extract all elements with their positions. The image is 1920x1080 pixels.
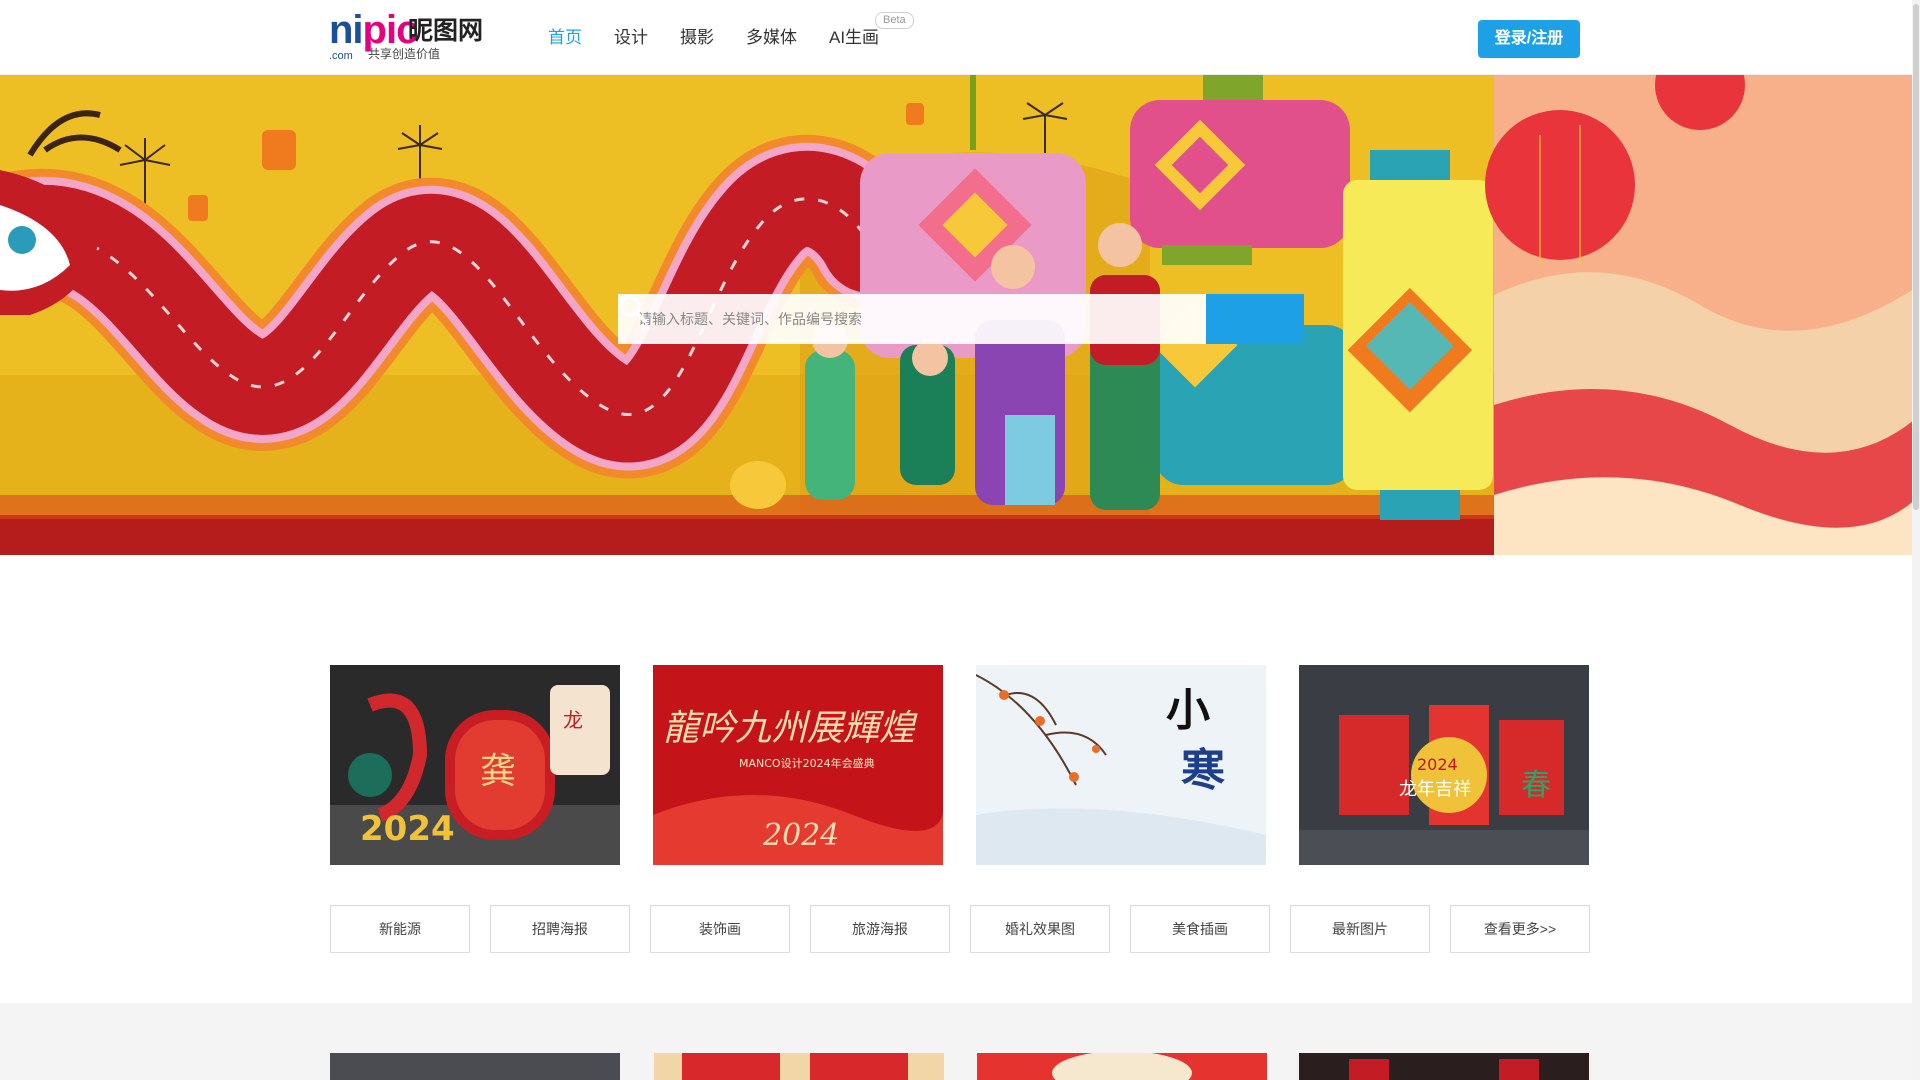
nav-item-multimedia[interactable]: 多媒体 xyxy=(746,0,797,75)
svg-text:寒: 寒 xyxy=(1181,745,1225,796)
thumbnail-image xyxy=(682,1053,908,1080)
logo-wordmark: nipic xyxy=(329,8,418,52)
svg-text:春: 春 xyxy=(1521,768,1551,803)
logo-brand-cn: 昵图网 xyxy=(408,17,484,45)
tag-decorative-painting[interactable]: 装饰画 xyxy=(650,905,790,953)
svg-text:龙年吉祥: 龙年吉祥 xyxy=(1399,779,1471,800)
featured-image: 2024 龙年吉祥 春 xyxy=(1299,665,1589,865)
featured-card-annual-meeting[interactable]: 龍吟九州展輝煌 MANCO设计2024年会盛典 2024 xyxy=(653,665,943,865)
svg-text:2024: 2024 xyxy=(360,809,455,849)
svg-text:小: 小 xyxy=(1166,685,1210,736)
search-button[interactable] xyxy=(619,294,1304,344)
page-scrollbar[interactable] xyxy=(1912,0,1920,1080)
tag-view-more[interactable]: 查看更多>> xyxy=(1450,905,1590,953)
login-register-button[interactable]: 登录/注册 xyxy=(1478,20,1580,58)
thumbnail-card[interactable] xyxy=(654,1053,944,1080)
nav-item-photo[interactable]: 摄影 xyxy=(680,0,714,75)
thumbnail-card[interactable] xyxy=(330,1053,620,1080)
nav-item-ai-paint[interactable]: AI生画 Beta xyxy=(829,0,914,75)
tag-latest-images[interactable]: 最新图片 xyxy=(1290,905,1430,953)
top-header: nipic 昵图网 .com 共享创造价值 首页 设计 摄影 多媒体 AI生画 … xyxy=(0,0,1920,75)
svg-text:2024: 2024 xyxy=(762,818,839,853)
thumbnail-image xyxy=(1349,1059,1539,1080)
svg-text:龚: 龚 xyxy=(480,751,516,792)
site-logo[interactable]: nipic 昵图网 .com 共享创造价值 xyxy=(329,8,489,62)
tag-new-energy[interactable]: 新能源 xyxy=(330,905,470,953)
scrollbar-thumb[interactable] xyxy=(1913,4,1919,510)
thumbnail-card[interactable] xyxy=(977,1053,1267,1080)
featured-grid: 2024 龙 龚 龍吟九州展輝煌 MANCO设计2024年会盛典 2024 小 … xyxy=(330,665,1590,865)
search-icon xyxy=(619,295,647,323)
hot-tags: 新能源 招聘海报 装饰画 旅游海报 婚礼效果图 美食插画 最新图片 查看更多>> xyxy=(330,905,1590,953)
featured-card-minor-cold[interactable]: 小 寒 xyxy=(976,665,1266,865)
featured-card-dragon-new-year[interactable]: 2024 龙 龚 xyxy=(330,665,620,865)
beta-badge: Beta xyxy=(875,12,914,29)
nav-item-design[interactable]: 设计 xyxy=(614,0,648,75)
logo-brand-part1: ni xyxy=(329,8,364,52)
tag-recruitment-poster[interactable]: 招聘海报 xyxy=(490,905,630,953)
tag-wedding-render[interactable]: 婚礼效果图 xyxy=(970,905,1110,953)
featured-image: 2024 龙 龚 xyxy=(330,665,620,865)
featured-image: 龍吟九州展輝煌 MANCO设计2024年会盛典 2024 xyxy=(653,665,943,865)
recommend-thumbnails xyxy=(330,1053,1590,1080)
tag-travel-poster[interactable]: 旅游海报 xyxy=(810,905,950,953)
thumbnail-image xyxy=(1052,1053,1192,1080)
search-input[interactable] xyxy=(618,294,1206,344)
nav-item-home[interactable]: 首页 xyxy=(548,0,582,75)
featured-image: 小 寒 xyxy=(976,665,1266,865)
featured-card-dragon-year-decor[interactable]: 2024 龙年吉祥 春 xyxy=(1299,665,1589,865)
search-bar xyxy=(618,294,1304,344)
svg-text:2024: 2024 xyxy=(1417,755,1458,774)
svg-text:龍吟九州展輝煌: 龍吟九州展輝煌 xyxy=(663,708,918,749)
svg-text:龙: 龙 xyxy=(563,708,583,732)
svg-text:MANCO设计2024年会盛典: MANCO设计2024年会盛典 xyxy=(739,756,875,770)
tag-food-illustration[interactable]: 美食插画 xyxy=(1130,905,1270,953)
thumbnail-card[interactable] xyxy=(1299,1053,1589,1080)
logo-slogan: 共享创造价值 xyxy=(368,47,441,61)
logo-domain: .com xyxy=(329,50,353,62)
nav-item-ai-paint-label: AI生画 xyxy=(829,28,880,47)
hero-banner[interactable] xyxy=(0,75,1920,555)
main-nav: 首页 设计 摄影 多媒体 AI生画 Beta xyxy=(548,0,914,75)
